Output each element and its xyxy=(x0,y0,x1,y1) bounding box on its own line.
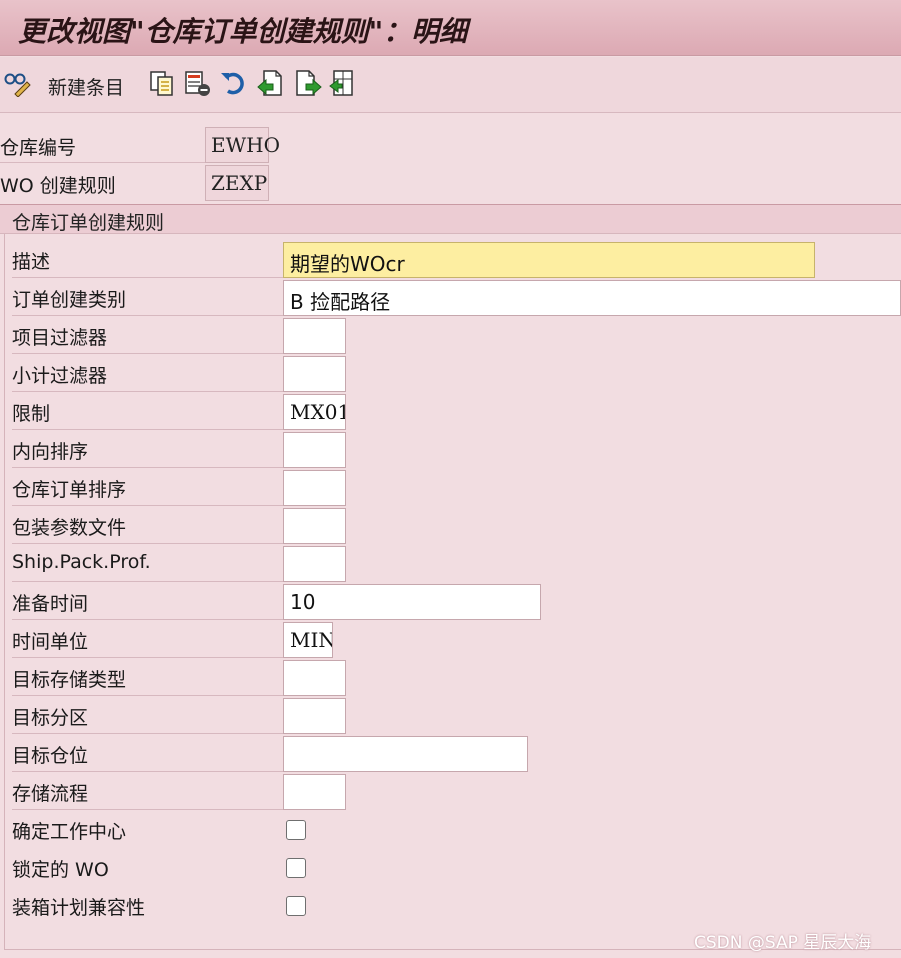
time-unit-label: 时间单位 xyxy=(12,631,89,653)
prep-time-label: 准备时间 xyxy=(12,593,89,615)
target-bin-row: 目标仓位 xyxy=(12,734,612,772)
determine-wc-row: 确定工作中心 xyxy=(12,810,412,848)
delete-icon[interactable] xyxy=(183,69,211,97)
time-unit-field[interactable]: MIN xyxy=(283,622,333,658)
description-label: 描述 xyxy=(12,251,51,273)
prep-time-field[interactable]: 10 xyxy=(283,584,541,620)
wo-rule-label: WO 创建规则 xyxy=(0,175,116,197)
time-unit-row: 时间单位 MIN xyxy=(12,620,412,658)
locked-wo-checkbox[interactable] xyxy=(286,858,306,878)
item-filter-row: 项目过滤器 xyxy=(12,316,412,354)
previous-entry-icon[interactable] xyxy=(256,69,284,97)
title-bar: 更改视图"仓库订单创建规则"：明细 xyxy=(0,0,901,56)
limit-label: 限制 xyxy=(12,403,51,425)
warehouse-row: 仓库编号 EWHO xyxy=(0,127,280,163)
item-filter-field[interactable] xyxy=(283,318,346,354)
wo-rule-row: WO 创建规则 ZEXP xyxy=(0,165,270,201)
order-type-row: 订单创建类别 B 捡配路径 xyxy=(12,278,901,316)
inbound-sort-label: 内向排序 xyxy=(12,441,89,463)
inbound-sort-row: 内向排序 xyxy=(12,430,412,468)
pack-profile-row: 包装参数文件 xyxy=(12,506,412,544)
locked-wo-row: 锁定的 WO xyxy=(12,848,412,886)
ship-pack-row: Ship.Pack.Prof. xyxy=(12,544,412,582)
packing-compat-label: 装箱计划兼容性 xyxy=(12,897,146,919)
target-storage-type-field[interactable] xyxy=(283,660,346,696)
watermark: CSDN @SAP 星辰大海 xyxy=(694,933,872,953)
locked-wo-label: 锁定的 WO xyxy=(12,859,109,881)
description-row: 描述 期望的WOcr xyxy=(12,240,901,278)
order-type-label: 订单创建类别 xyxy=(12,289,127,311)
item-filter-label: 项目过滤器 xyxy=(12,327,108,349)
determine-wc-checkbox[interactable] xyxy=(286,820,306,840)
storage-process-field[interactable] xyxy=(283,774,346,810)
limit-field[interactable]: MX01 xyxy=(283,394,346,430)
undo-icon[interactable] xyxy=(219,69,247,97)
next-entry-icon[interactable] xyxy=(294,69,322,97)
copy-icon[interactable] xyxy=(148,69,176,97)
glasses-pencil-icon[interactable] xyxy=(3,69,31,98)
subtotal-filter-field[interactable] xyxy=(283,356,346,392)
page-title: 更改视图"仓库订单创建规则"：明细 xyxy=(18,15,468,48)
ship-pack-field[interactable] xyxy=(283,546,346,582)
section-title: 仓库订单创建规则 xyxy=(12,212,165,234)
select-icon[interactable] xyxy=(328,69,356,97)
subtotal-filter-label: 小计过滤器 xyxy=(12,365,108,387)
divider xyxy=(0,162,205,163)
description-field[interactable]: 期望的WOcr xyxy=(283,242,815,278)
target-bin-field[interactable] xyxy=(283,736,528,772)
packing-compat-row: 装箱计划兼容性 xyxy=(12,886,412,924)
storage-process-label: 存储流程 xyxy=(12,783,89,805)
wo-sort-row: 仓库订单排序 xyxy=(12,468,412,506)
warehouse-value: EWHO xyxy=(205,127,280,163)
target-storage-type-label: 目标存储类型 xyxy=(12,669,127,691)
determine-wc-label: 确定工作中心 xyxy=(12,821,127,843)
toolbar: 新建条目 xyxy=(0,57,901,113)
inbound-sort-field[interactable] xyxy=(283,432,346,468)
storage-process-row: 存储流程 xyxy=(12,772,412,810)
subtotal-filter-row: 小计过滤器 xyxy=(12,354,412,392)
section-header: 仓库订单创建规则 xyxy=(0,204,901,234)
target-area-row: 目标分区 xyxy=(12,696,412,734)
target-bin-label: 目标仓位 xyxy=(12,745,89,767)
wo-sort-field[interactable] xyxy=(283,470,346,506)
wo-sort-label: 仓库订单排序 xyxy=(12,479,127,501)
target-area-field[interactable] xyxy=(283,698,346,734)
order-type-field[interactable]: B 捡配路径 xyxy=(283,280,901,316)
target-storage-type-row: 目标存储类型 xyxy=(12,658,412,696)
prep-time-row: 准备时间 10 xyxy=(12,582,612,620)
ship-pack-label: Ship.Pack.Prof. xyxy=(12,551,151,573)
warehouse-label: 仓库编号 xyxy=(0,137,77,159)
limit-row: 限制 MX01 xyxy=(12,392,412,430)
pack-profile-field[interactable] xyxy=(283,508,346,544)
packing-compat-checkbox[interactable] xyxy=(286,896,306,916)
new-entries-button[interactable]: 新建条目 xyxy=(48,73,124,100)
target-area-label: 目标分区 xyxy=(12,707,89,729)
pack-profile-label: 包装参数文件 xyxy=(12,517,127,539)
wo-rule-value: ZEXP xyxy=(205,165,269,201)
